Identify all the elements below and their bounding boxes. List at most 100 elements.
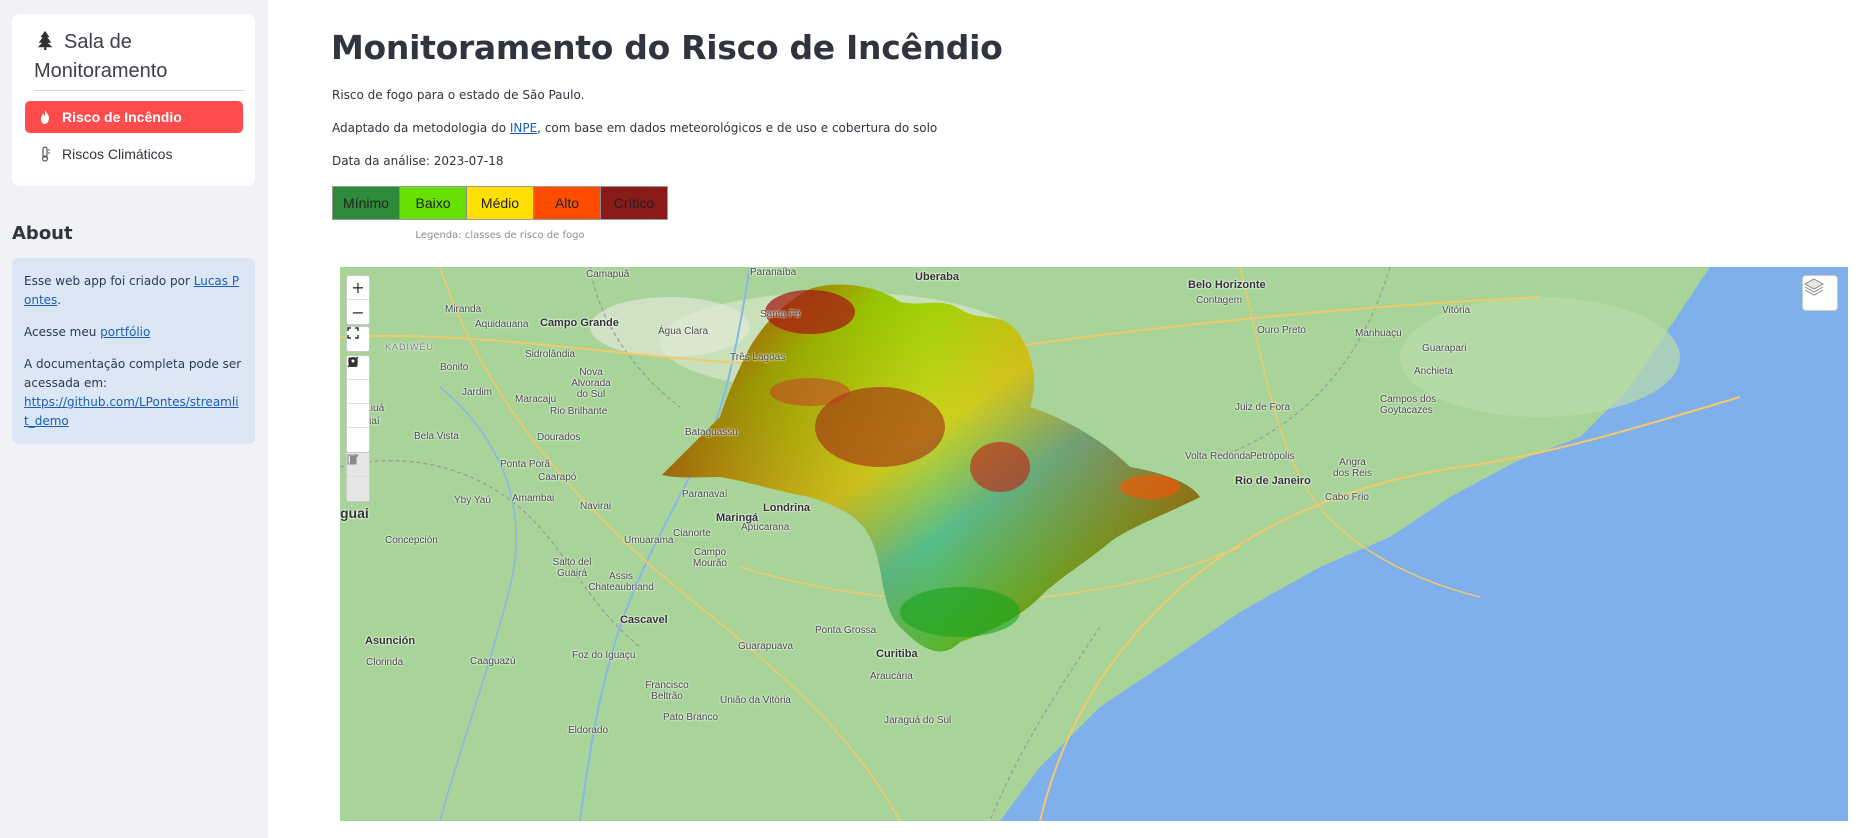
about-docs-text: A documentação completa pode ser acessad…: [24, 357, 242, 390]
map-label-cabo-frio: Cabo Frio: [1325, 492, 1369, 503]
map-label-guarapuava: Guarapuava: [738, 641, 794, 652]
methodology-suffix: , com base em dados meteorológicos e de …: [537, 121, 938, 135]
map-label-campo-mourao: Campo Mourão: [693, 547, 727, 569]
map-label-salto-guaira: Salto del Guairá: [552, 557, 592, 579]
map-label-concepcion: Concepción: [385, 535, 438, 546]
map-label-jardim: Jardim: [462, 387, 493, 398]
map-label-uberaba: Uberaba: [915, 271, 960, 283]
nav-item-label: Riscos Climáticos: [62, 146, 173, 162]
map-label-pato-branco: Pato Branco: [663, 712, 719, 723]
zoom-control: + −: [346, 275, 370, 325]
risk-legend: Mínimo Baixo Médio Alto Crítico: [332, 186, 668, 220]
map-label-belo-horizonte: Belo Horizonte: [1188, 279, 1266, 291]
map-label-sidrolandia: Sidrolândia: [525, 349, 576, 360]
inpe-link[interactable]: INPE: [510, 121, 537, 135]
analysis-date: Data da análise: 2023-07-18: [332, 154, 504, 168]
map-label-ouro-preto: Ouro Preto: [1257, 325, 1306, 336]
fullscreen-button[interactable]: [347, 327, 369, 351]
risk-map[interactable]: Uberaba Belo Horizonte Contagem Campo Gr…: [340, 267, 1848, 821]
trash-icon: [349, 454, 357, 464]
map-label-contagem: Contagem: [1196, 295, 1243, 306]
map-label-asuncion: Asunción: [365, 635, 416, 647]
nav-item-riscos-climaticos[interactable]: Riscos Climáticos: [25, 138, 243, 170]
flame-icon: [41, 110, 49, 124]
layers-icon: [1803, 278, 1825, 296]
map-label-cianorte: Cianorte: [673, 528, 711, 539]
map-label-paranaiba: Paranaíba: [750, 267, 797, 278]
about-heading: About: [12, 223, 73, 244]
map-label-vitoria: Vitória: [1442, 305, 1471, 316]
draw-rectangle-button[interactable]: [347, 357, 369, 428]
nav-item-label: Risco de Incêndio: [62, 109, 182, 125]
marker-icon: [349, 357, 357, 367]
map-label-apucarana: Apucarana: [741, 522, 790, 533]
map-label-clorinda: Clorinda: [366, 657, 404, 668]
map-label-agua-clara: Água Clara: [658, 326, 709, 337]
portfolio-link[interactable]: portfólio: [100, 325, 150, 339]
map-label-guarapari: Guarapari: [1422, 343, 1467, 354]
map-label-caarapo: Caarapó: [538, 472, 577, 483]
zoom-out-button[interactable]: −: [347, 300, 369, 324]
map-label-yby-yau: Yby Yaú: [454, 495, 491, 506]
map-label-assis: Assis Chateaubriand: [588, 571, 654, 593]
nav-menu: Sala de Monitoramento Risco de Incêndio …: [12, 14, 255, 186]
map-label-rio-brilhante: Rio Brilhante: [550, 406, 608, 417]
nav-item-risco-incendio[interactable]: Risco de Incêndio: [25, 101, 243, 133]
about-box: Esse web app foi criado por Lucas Pontes…: [12, 258, 255, 444]
map-label-nova-alvorada: Nova Alvorada do Sul: [571, 367, 611, 400]
map-label-bela-vista: Bela Vista: [414, 431, 459, 442]
delete-layers-button[interactable]: [347, 454, 369, 501]
docs-link[interactable]: https://github.com/LPontes/streamlit_dem…: [24, 395, 239, 428]
legend-baixo: Baixo: [400, 187, 467, 219]
thermometer-icon: [41, 146, 50, 162]
nav-title: Sala de Monitoramento: [34, 28, 244, 86]
fullscreen-icon: [347, 327, 359, 339]
about-author: Esse web app foi criado por Lucas Pontes…: [24, 272, 243, 310]
map-label-anchieta: Anchieta: [1414, 366, 1453, 377]
map-label-foz-iguacu: Foz do Iguaçu: [572, 650, 636, 661]
map-label-amambai: Amambai: [512, 493, 555, 504]
map-label-caaguazu: Caaguazú: [470, 656, 516, 667]
map-label-cascavel: Cascavel: [620, 614, 668, 626]
map-label-navirai: Navirai: [580, 501, 612, 512]
nav-divider: [34, 90, 244, 91]
map-label-kadiweu: KADIWÉU: [385, 342, 435, 352]
methodology-prefix: Adaptado da metodologia do: [332, 121, 510, 135]
map-label-manhuacu: Manhuaçu: [1355, 328, 1402, 339]
map-label-londrina: Londrina: [763, 502, 811, 514]
about-portfolio: Acesse meu portfólio: [24, 323, 243, 342]
map-label-miranda: Miranda: [445, 304, 482, 315]
map-label-eldorado: Eldorado: [568, 725, 609, 736]
map-label-angra: Angra dos Reis: [1333, 457, 1372, 479]
map-label-umuarama: Umuarama: [624, 535, 674, 546]
layers-button[interactable]: [1802, 275, 1838, 311]
sidebar: Sala de Monitoramento Risco de Incêndio …: [0, 0, 268, 838]
map-label-paranavai: Paranavaí: [682, 489, 728, 500]
zoom-in-button[interactable]: +: [347, 276, 369, 300]
draw-marker-button[interactable]: [347, 357, 369, 452]
map-label-rio-de-janeiro: Rio de Janeiro: [1235, 475, 1311, 487]
map-label-campos: Campos dos Goytacazes: [1380, 394, 1437, 416]
about-author-text: Esse web app foi criado por: [24, 274, 194, 288]
map-label-side: guai: [340, 505, 369, 521]
page-title: Monitoramento do Risco de Incêndio: [331, 28, 1003, 67]
legend-medio: Médio: [467, 187, 534, 219]
edit-toolbar: [346, 452, 370, 502]
map-label-tres-lagoas: Três Lagoas: [730, 352, 786, 363]
map-label-santa-fe: Santa Fé: [760, 309, 801, 320]
subtitle: Risco de fogo para o estado de São Paulo…: [332, 88, 585, 102]
map-label-volta-redonda: Volta Redonda: [1185, 451, 1251, 462]
draw-polygon-button[interactable]: [347, 357, 369, 404]
about-docs: A documentação completa pode ser acessad…: [24, 355, 243, 431]
map-label-ponta-pora: Ponta Porã: [500, 459, 551, 470]
legend-caption: Legenda: classes de risco de fogo: [415, 230, 585, 241]
map-label-petropolis: Petrópolis: [1250, 451, 1295, 462]
map-label-ponta-grossa: Ponta Grossa: [815, 625, 877, 636]
draw-toolbar: [346, 355, 370, 453]
fullscreen-control: [346, 326, 370, 352]
map-label-francisco-beltrao: Francisco Beltrão: [645, 680, 689, 702]
legend-minimo: Mínimo: [333, 187, 400, 219]
map-label-juiz-de-fora: Juiz de Fora: [1235, 402, 1291, 413]
legend-alto: Alto: [534, 187, 601, 219]
about-portfolio-text: Acesse meu: [24, 325, 101, 339]
